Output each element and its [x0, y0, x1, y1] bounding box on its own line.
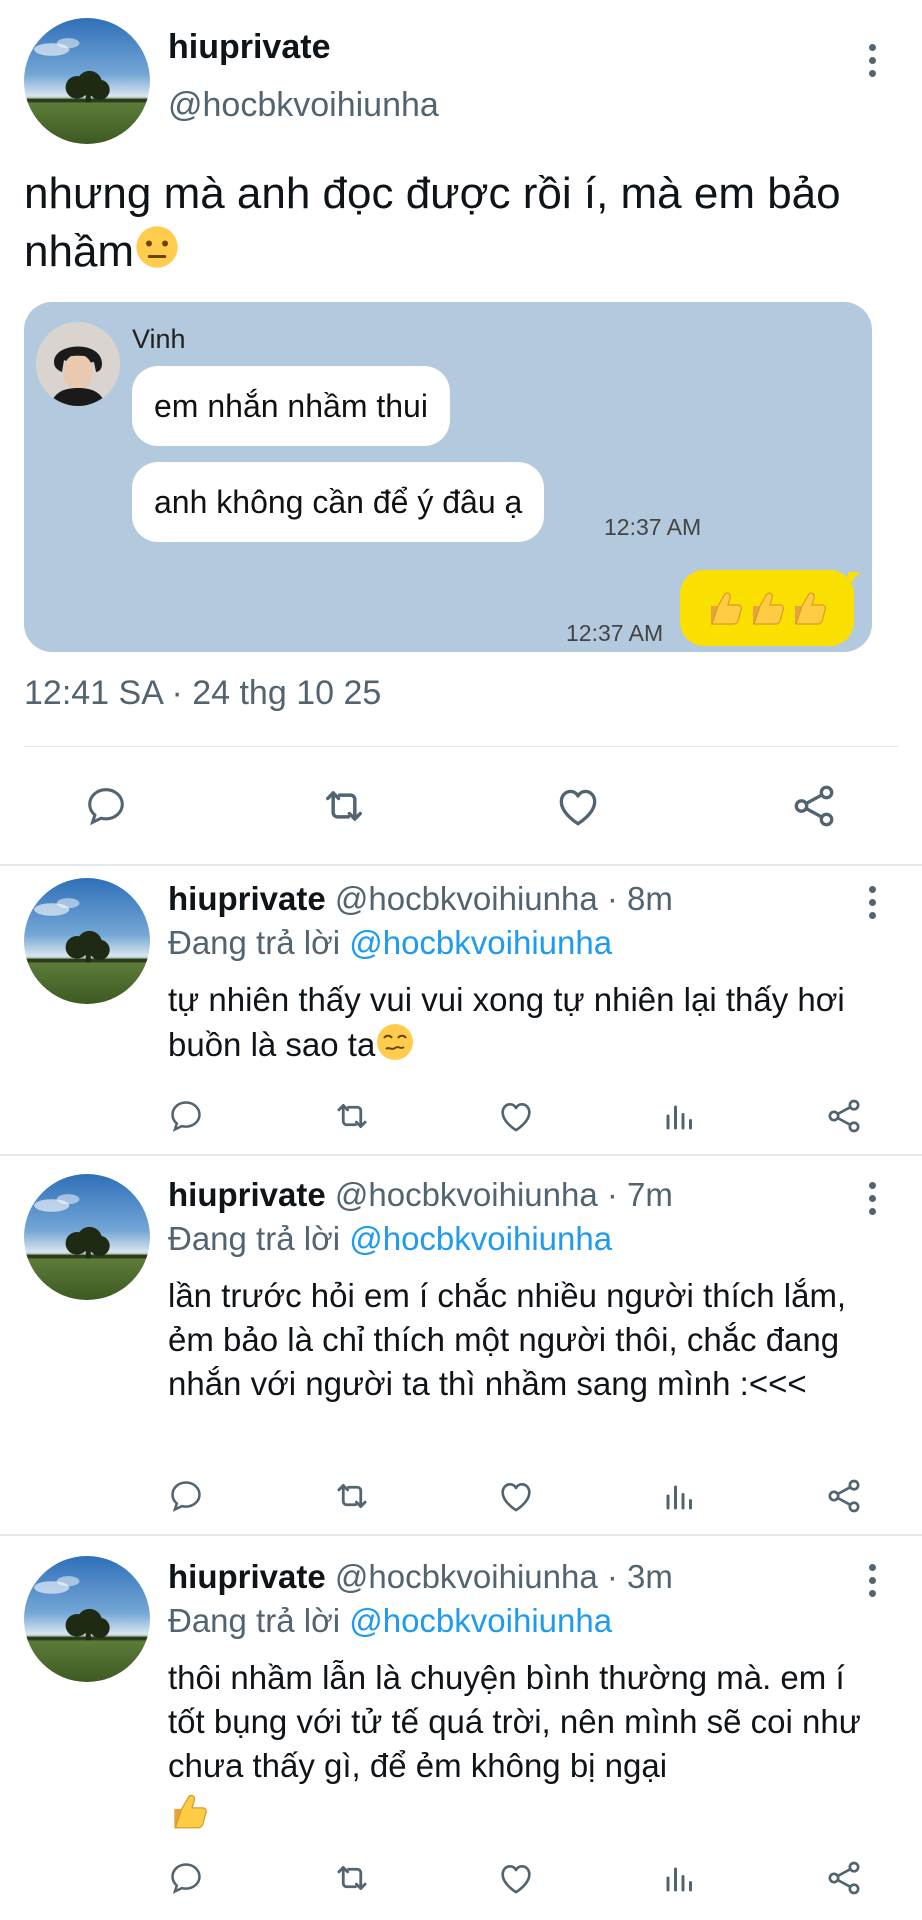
like-button[interactable]	[548, 776, 608, 836]
avatar[interactable]	[24, 1556, 150, 1682]
chat-avatar	[36, 322, 120, 406]
chat-sender-name: Vinh	[132, 324, 186, 354]
retweet-icon	[337, 1866, 367, 1890]
chat-time: 12:37 AM	[604, 514, 702, 540]
separator: ·	[597, 1176, 628, 1213]
retweet-icon	[337, 1484, 367, 1508]
reply-icon	[171, 1863, 201, 1894]
handle[interactable]: @hocbkvoihiunha	[335, 880, 598, 917]
thumbs-up-icon	[747, 588, 787, 628]
tweet-timestamp[interactable]: 12:41 SA · 24 thg 10 25	[24, 674, 381, 713]
reply-time[interactable]: 7m	[627, 1176, 673, 1213]
separator: ·	[597, 1558, 628, 1595]
chat-message: anh không cần để ý đâu ạ	[132, 462, 545, 542]
reply-text-content: thôi nhầm lẫn là chuyện bình thường mà. …	[168, 1659, 861, 1784]
thumbs-up-icon	[705, 588, 745, 628]
replying-to: Đang trả lời @hocbkvoihiunha	[168, 924, 612, 962]
reply-header: hiuprivate @hocbkvoihiunha · 7m	[168, 1176, 673, 1214]
chat-time: 12:37 AM	[566, 620, 664, 646]
views-button[interactable]	[658, 1094, 702, 1138]
reply-time[interactable]: 3m	[627, 1558, 673, 1595]
share-button[interactable]	[822, 1856, 866, 1900]
chat-my-message	[680, 570, 860, 646]
share-icon	[828, 1479, 860, 1513]
separator: ·	[597, 880, 628, 917]
reply-time[interactable]: 8m	[627, 880, 673, 917]
handle[interactable]: @hocbkvoihiunha	[335, 1176, 598, 1213]
like-icon	[501, 1103, 531, 1132]
reply-button[interactable]	[164, 1474, 208, 1518]
share-icon	[794, 785, 834, 827]
share-icon	[828, 1099, 860, 1133]
views-button[interactable]	[658, 1856, 702, 1900]
divider	[0, 864, 922, 866]
display-name[interactable]: hiuprivate	[168, 28, 330, 67]
share-icon	[828, 1861, 860, 1895]
views-icon	[666, 1485, 692, 1510]
reply-button[interactable]	[164, 1094, 208, 1138]
divider	[24, 746, 898, 747]
replying-to-link[interactable]: @hocbkvoihiunha	[349, 1602, 612, 1639]
chat-message: em nhắn nhầm thui	[132, 366, 450, 446]
thumbs-up-icon	[168, 1790, 888, 1843]
handle[interactable]: @hocbkvoihiunha	[335, 1558, 598, 1595]
display-name[interactable]: hiuprivate	[168, 1176, 326, 1213]
reply-text: thôi nhầm lẫn là chuyện bình thường mà. …	[168, 1656, 888, 1843]
reply-icon	[171, 1101, 201, 1132]
reply-header: hiuprivate @hocbkvoihiunha · 8m	[168, 880, 673, 918]
display-name[interactable]: hiuprivate	[168, 1558, 326, 1595]
more-icon[interactable]	[860, 1178, 884, 1218]
replying-label: Đang trả lời	[168, 924, 341, 961]
more-icon[interactable]	[860, 882, 884, 922]
avatar[interactable]	[24, 18, 150, 144]
replying-to-link[interactable]: @hocbkvoihiunha	[349, 924, 612, 961]
replying-label: Đang trả lời	[168, 1602, 341, 1639]
like-button[interactable]	[494, 1094, 538, 1138]
reply-header: hiuprivate @hocbkvoihiunha · 3m	[168, 1558, 673, 1596]
avatar[interactable]	[24, 1174, 150, 1300]
views-icon	[666, 1867, 692, 1892]
neutral-face-icon	[134, 224, 180, 285]
divider	[0, 1534, 922, 1536]
retweet-icon	[337, 1104, 367, 1128]
thumbs-up-icon	[789, 588, 829, 628]
like-button[interactable]	[494, 1856, 538, 1900]
reply-icon	[171, 1481, 201, 1512]
tweet-text: nhưng mà anh đọc được rồi í, mà em bảo n…	[24, 165, 904, 285]
avatar[interactable]	[24, 878, 150, 1004]
replying-to: Đang trả lời @hocbkvoihiunha	[168, 1602, 612, 1640]
like-button[interactable]	[494, 1474, 538, 1518]
reply-button[interactable]	[76, 776, 136, 836]
retweet-icon	[326, 791, 362, 821]
retweet-button[interactable]	[330, 1856, 374, 1900]
display-name[interactable]: hiuprivate	[168, 880, 326, 917]
reply-text-content: tự nhiên thấy vui vui xong tự nhiên lại …	[168, 981, 845, 1064]
share-button[interactable]	[822, 1094, 866, 1138]
chat-message-text: anh không cần để ý đâu ạ	[154, 483, 523, 520]
woozy-face-icon	[375, 1022, 415, 1073]
handle[interactable]: @hocbkvoihiunha	[168, 86, 439, 125]
like-icon	[559, 789, 597, 826]
share-button[interactable]	[784, 776, 844, 836]
like-icon	[501, 1865, 531, 1894]
chat-screenshot[interactable]: Vinh em nhắn nhầm thui anh không cần để …	[24, 302, 872, 652]
views-icon	[666, 1105, 692, 1130]
reply-text: tự nhiên thấy vui vui xong tự nhiên lại …	[168, 978, 888, 1073]
retweet-button[interactable]	[314, 776, 374, 836]
replying-to-link[interactable]: @hocbkvoihiunha	[349, 1220, 612, 1257]
more-icon[interactable]	[860, 1560, 884, 1600]
divider	[0, 1154, 922, 1156]
share-button[interactable]	[822, 1474, 866, 1518]
reply-text: lần trước hỏi em í chắc nhiều người thíc…	[168, 1277, 847, 1402]
chat-message-text: em nhắn nhầm thui	[154, 387, 428, 424]
views-button[interactable]	[658, 1474, 702, 1518]
replying-label: Đang trả lời	[168, 1220, 341, 1257]
like-icon	[501, 1483, 531, 1512]
retweet-button[interactable]	[330, 1094, 374, 1138]
reply-icon	[88, 788, 124, 826]
more-icon[interactable]	[860, 40, 884, 80]
replying-to: Đang trả lời @hocbkvoihiunha	[168, 1220, 612, 1258]
reply-button[interactable]	[164, 1856, 208, 1900]
retweet-button[interactable]	[330, 1474, 374, 1518]
